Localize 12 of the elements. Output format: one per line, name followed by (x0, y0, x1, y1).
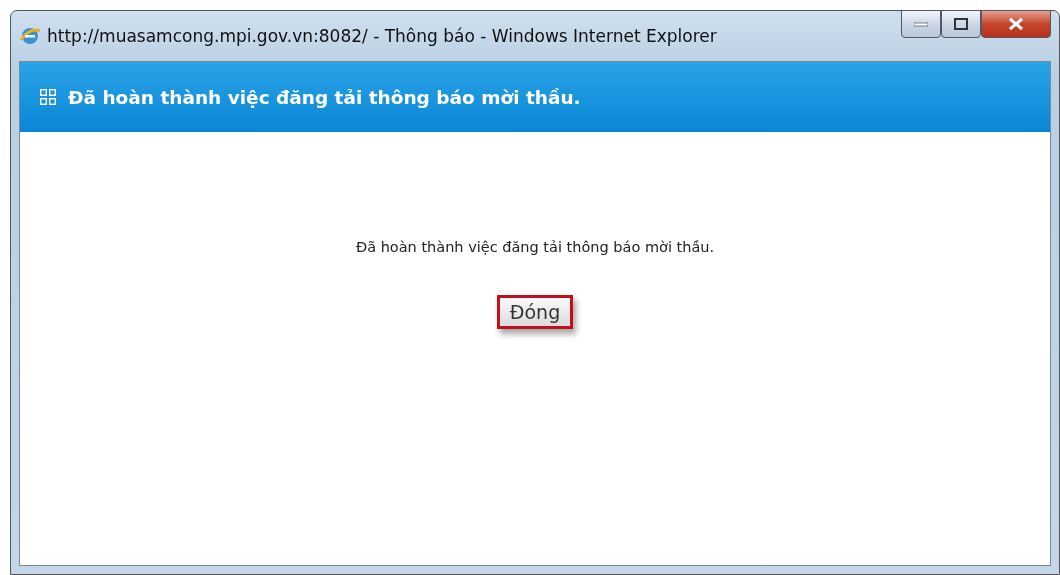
maximize-icon (954, 18, 968, 30)
minimize-button[interactable] (901, 10, 941, 38)
close-button[interactable] (981, 10, 1051, 38)
maximize-button[interactable] (941, 10, 981, 38)
close-dialog-button[interactable]: Đóng (496, 295, 574, 329)
grid-icon (40, 89, 56, 105)
globe-icon (19, 25, 41, 47)
dialog-title: Đã hoàn thành việc đăng tải thông báo mời thầu. (68, 86, 581, 108)
minimize-icon (914, 21, 928, 27)
close-icon (1008, 17, 1024, 31)
message-text: Đã hoàn thành việc đăng tải thông báo mời thầu. (355, 239, 715, 255)
window-title: http://muasamcong.mpi.gov.vn:8082/ - Thông báo - Windows Internet Explorer (47, 26, 717, 46)
